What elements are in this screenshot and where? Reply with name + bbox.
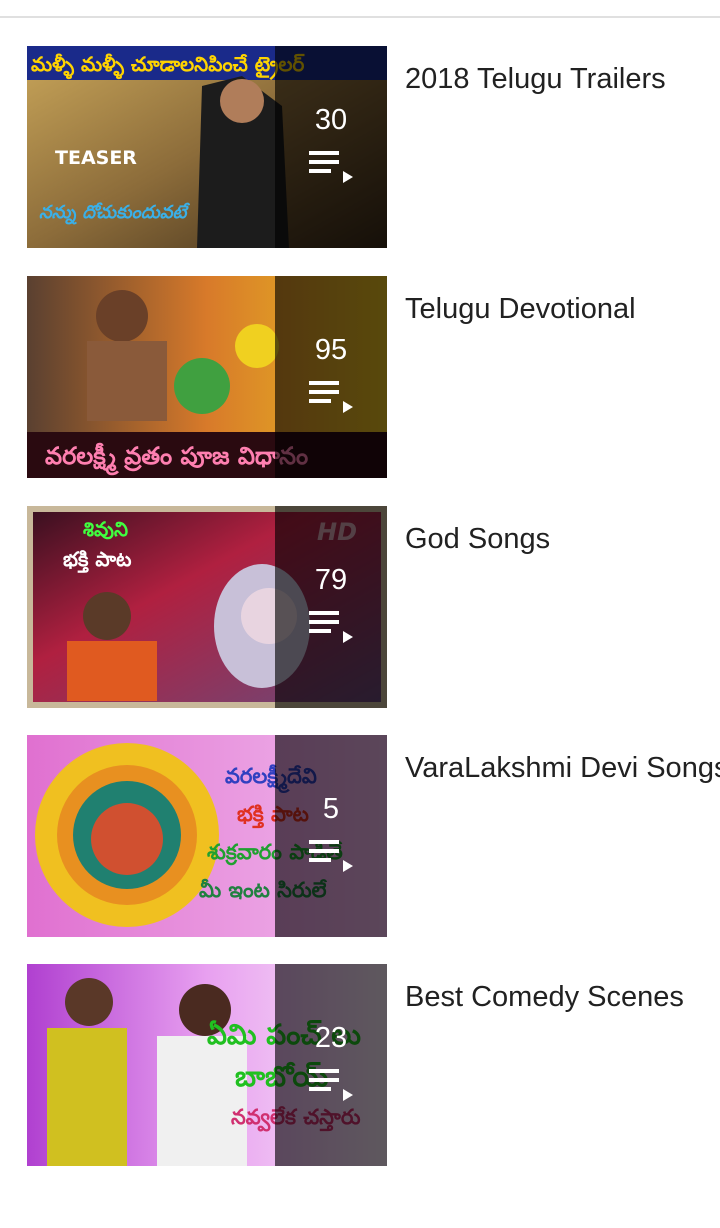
playlist-count-overlay: 5	[275, 735, 387, 937]
playlist-count-overlay: 95	[275, 276, 387, 478]
playlist-item[interactable]: మళ్ళీ మళ్ళీ చూడాలనిపించే ట్రైలర్ TEASER …	[0, 46, 720, 248]
playlist-item[interactable]: వరలక్ష్మీ వ్రతం పూజ విధానం 95 Telugu Dev…	[0, 276, 720, 478]
video-count: 95	[314, 334, 348, 366]
playlist-title[interactable]: VaraLakshmi Devi Songs	[405, 751, 720, 785]
playlist-item[interactable]: వరలక్ష్మీదేవి భక్తి పాట శుక్రవారం పాడితే…	[0, 735, 720, 937]
thumb-line-1: శివుని	[83, 517, 128, 541]
playlist-thumbnail[interactable]: ఏమి పంచ్ లు బాబోయ్ నవ్వలేక చస్తారు 23	[27, 964, 387, 1166]
playlist-play-icon	[309, 840, 353, 872]
playlist-title[interactable]: God Songs	[405, 522, 720, 556]
playlist-title[interactable]: 2018 Telugu Trailers	[405, 62, 720, 96]
playlist-thumbnail[interactable]: మళ్ళీ మళ్ళీ చూడాలనిపించే ట్రైలర్ TEASER …	[27, 46, 387, 248]
playlist-item[interactable]: ఏమి పంచ్ లు బాబోయ్ నవ్వలేక చస్తారు 23 Be…	[0, 964, 720, 1166]
playlist-item[interactable]: శివుని భక్తి పాట HD 79 God Songs	[0, 506, 720, 708]
thumb-badge: TEASER	[55, 147, 137, 169]
playlists-screen: మళ్ళీ మళ్ళీ చూడాలనిపించే ట్రైలర్ TEASER …	[0, 0, 720, 1228]
thumb-line-2: భక్తి పాట	[63, 547, 132, 573]
playlist-count-overlay: 30	[275, 46, 387, 248]
playlist-thumbnail[interactable]: వరలక్ష్మీ వ్రతం పూజ విధానం 95	[27, 276, 387, 478]
top-divider	[0, 16, 720, 18]
playlist-play-icon	[309, 151, 353, 183]
playlist-play-icon	[309, 1069, 353, 1101]
playlist-title[interactable]: Telugu Devotional	[405, 292, 720, 326]
thumb-script: నన్ను దోచుకుందువటే	[39, 202, 190, 225]
video-count: 30	[314, 104, 348, 136]
playlist-count-overlay: 23	[275, 964, 387, 1166]
video-count: 79	[314, 564, 348, 596]
playlist-play-icon	[309, 611, 353, 643]
video-count: 23	[314, 1022, 348, 1054]
playlist-thumbnail[interactable]: వరలక్ష్మీదేవి భక్తి పాట శుక్రవారం పాడితే…	[27, 735, 387, 937]
playlist-count-overlay: 79	[275, 506, 387, 708]
playlist-thumbnail[interactable]: శివుని భక్తి పాట HD 79	[27, 506, 387, 708]
playlist-title[interactable]: Best Comedy Scenes	[405, 980, 720, 1014]
playlist-play-icon	[309, 381, 353, 413]
video-count: 5	[322, 793, 340, 825]
